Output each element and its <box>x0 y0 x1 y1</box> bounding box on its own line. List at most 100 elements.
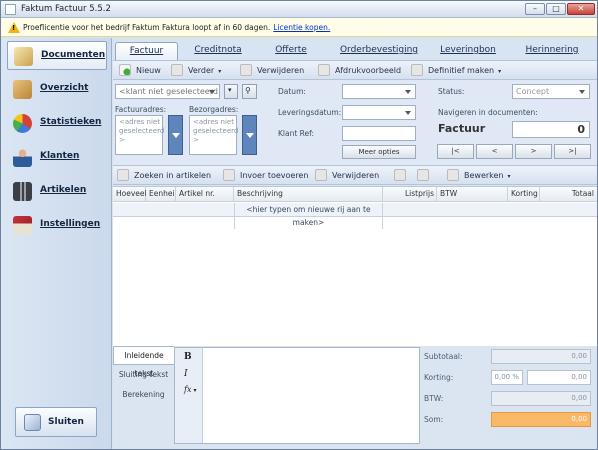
invoice-address-label: Factuuradres: <box>115 105 167 114</box>
next-icon <box>171 64 183 76</box>
invoice-address-button[interactable] <box>168 115 183 155</box>
delete-line-button[interactable]: Verwijderen <box>315 169 379 183</box>
insert-line-button[interactable]: Invoer toevoeren <box>223 169 308 183</box>
customer-ref-field[interactable] <box>342 126 416 141</box>
column-header[interactable]: Artikel nr. <box>176 187 234 202</box>
sidebar-item-documenten[interactable]: Documenten <box>7 41 107 70</box>
delivery-address-field[interactable]: <adres niet geselecteerd > <box>189 115 238 155</box>
table-header: Hoeveel Eenhei Artikel nr. Beschrijving … <box>113 187 597 202</box>
search-customer-button[interactable]: ⚲ <box>242 84 257 99</box>
edit-line-button[interactable]: Bewerken ▾ <box>447 169 511 183</box>
column-header[interactable]: Listprijs <box>383 187 437 202</box>
tab-leveringbon[interactable]: Leveringbon <box>433 42 503 60</box>
search-articles-button[interactable]: Zoeken in artikelen <box>117 169 211 183</box>
bold-button[interactable]: B <box>184 352 192 362</box>
tab-creditnota[interactable]: Creditnota <box>183 42 253 60</box>
add-icon <box>119 64 131 76</box>
minimize-button[interactable]: – <box>525 3 545 15</box>
preview-label: Afdrukvoorbeeld <box>335 66 402 75</box>
column-header[interactable]: Hoeveel <box>113 187 147 202</box>
search-icon: ⚲ <box>245 86 251 95</box>
date-field[interactable] <box>342 84 416 99</box>
new-label: Nieuw <box>136 66 161 75</box>
title-bar: Faktum Factuur 5.5.2 – □ ✕ <box>1 1 597 18</box>
new-button[interactable]: Nieuw <box>119 64 161 78</box>
delete-icon <box>240 64 252 76</box>
articles-icon <box>13 182 32 201</box>
finalize-button[interactable]: Definitief maken ▾ <box>411 64 501 78</box>
delivery-date-label: Leveringsdatum: <box>278 108 342 117</box>
chevron-down-icon: ▾ <box>193 387 197 394</box>
delivery-address-button[interactable] <box>242 115 257 155</box>
new-row[interactable]: <hier typen om nieuwe rij aan te maken> <box>113 203 597 229</box>
settings-icon <box>13 216 32 235</box>
sidebar-item-statistieken[interactable]: Statistieken <box>7 109 107 138</box>
tab-orderbevestiging[interactable]: Orderbevestiging <box>327 42 431 60</box>
doc-type: Factuur <box>438 122 486 135</box>
document-toolbar: Nieuw Verder ▾ Verwijderen Afdrukvoorbeel… <box>113 60 597 80</box>
nav-next-button[interactable]: > <box>515 144 552 159</box>
invoice-lines-table[interactable]: Hoeveel Eenhei Artikel nr. Beschrijving … <box>113 186 597 346</box>
maximize-button[interactable]: □ <box>546 3 566 15</box>
tab-herinnering[interactable]: Herinnering <box>513 42 591 60</box>
vat-label: BTW: <box>424 394 444 403</box>
buy-license-link[interactable]: Licentie kopen. <box>273 23 330 32</box>
customer-dropdown-button[interactable]: ▾ <box>224 84 238 99</box>
invoice-address-field[interactable]: <adres niet geselecteerd > <box>115 115 164 155</box>
sidebar-item-overzicht[interactable]: Overzicht <box>7 75 107 104</box>
tab-closing-text[interactable]: Sluiting tekst <box>113 366 174 385</box>
column-header[interactable]: Eenhei <box>146 187 176 202</box>
italic-button[interactable]: I <box>184 369 188 379</box>
vat-value: 0,00 <box>491 391 591 406</box>
column-header[interactable]: Korting <box>508 187 540 202</box>
move-up-button[interactable] <box>394 169 411 183</box>
status-select[interactable]: Concept <box>512 84 590 99</box>
chevron-down-icon: ▾ <box>228 86 232 94</box>
nav-last-button[interactable]: >| <box>554 144 591 159</box>
delivery-date-field[interactable] <box>342 105 416 120</box>
discount-label: Korting: <box>424 373 454 382</box>
navigate-label: Navigeren in documenten: <box>438 108 538 117</box>
chevron-down-icon: ▾ <box>507 173 511 180</box>
sidebar-item-label: Documenten <box>41 50 106 60</box>
tab-intro-text[interactable]: Inleidende tekst <box>113 346 174 378</box>
close-app-label: Sluiten <box>48 417 84 427</box>
move-down-button[interactable] <box>417 169 434 183</box>
column-header[interactable]: BTW <box>437 187 508 202</box>
column-header[interactable]: Beschrijving <box>234 187 383 202</box>
next-button[interactable]: Verder ▾ <box>171 64 221 78</box>
sidebar-item-label: Instellingen <box>40 219 101 229</box>
customer-select[interactable]: <klant niet geselecteerd <box>115 84 220 99</box>
delete-document-button[interactable]: Verwijderen <box>240 64 304 78</box>
formula-button[interactable]: fx ▾ <box>184 385 197 394</box>
subtotal-label: Subtotaal: <box>424 352 463 361</box>
sidebar-item-instellingen[interactable]: Instellingen <box>7 211 107 240</box>
more-options-button[interactable]: Meer opties <box>342 145 416 159</box>
edit-icon <box>447 169 459 181</box>
chevron-down-icon: ▾ <box>498 68 502 75</box>
sidebar-item-label: Artikelen <box>40 185 87 195</box>
search-articles-label: Zoeken in artikelen <box>134 171 212 180</box>
move-down-icon <box>417 169 429 181</box>
insert-icon <box>223 169 235 181</box>
sidebar-item-label: Klanten <box>40 151 80 161</box>
doc-number: 0 <box>512 121 590 138</box>
delete-line-label: Verwijderen <box>332 171 380 180</box>
print-preview-button[interactable]: Afdrukvoorbeeld <box>318 64 401 78</box>
bottom-panel: Inleidende tekst Sluiting tekst Berekeni… <box>113 346 597 449</box>
tab-factuur[interactable]: Factuur <box>115 42 178 60</box>
sum-value: 0,00 <box>491 412 591 427</box>
close-button[interactable]: ✕ <box>567 3 595 15</box>
discount-amount-field[interactable]: 0,00 <box>527 370 591 385</box>
nav-prev-button[interactable]: < <box>476 144 513 159</box>
discount-percent-field[interactable]: 0,00 % <box>491 370 523 385</box>
sidebar-item-klanten[interactable]: Klanten <box>7 143 107 172</box>
tab-offerte[interactable]: Offerte <box>261 42 321 60</box>
sidebar-item-artikelen[interactable]: Artikelen <box>7 177 107 206</box>
text-editor[interactable]: B I fx ▾ <box>174 347 420 444</box>
tab-calculation[interactable]: Berekening <box>113 386 174 405</box>
close-app-button[interactable]: Sluiten <box>15 407 97 437</box>
nav-first-button[interactable]: |< <box>437 144 474 159</box>
move-up-icon <box>394 169 406 181</box>
column-header[interactable]: Totaal <box>540 187 597 202</box>
